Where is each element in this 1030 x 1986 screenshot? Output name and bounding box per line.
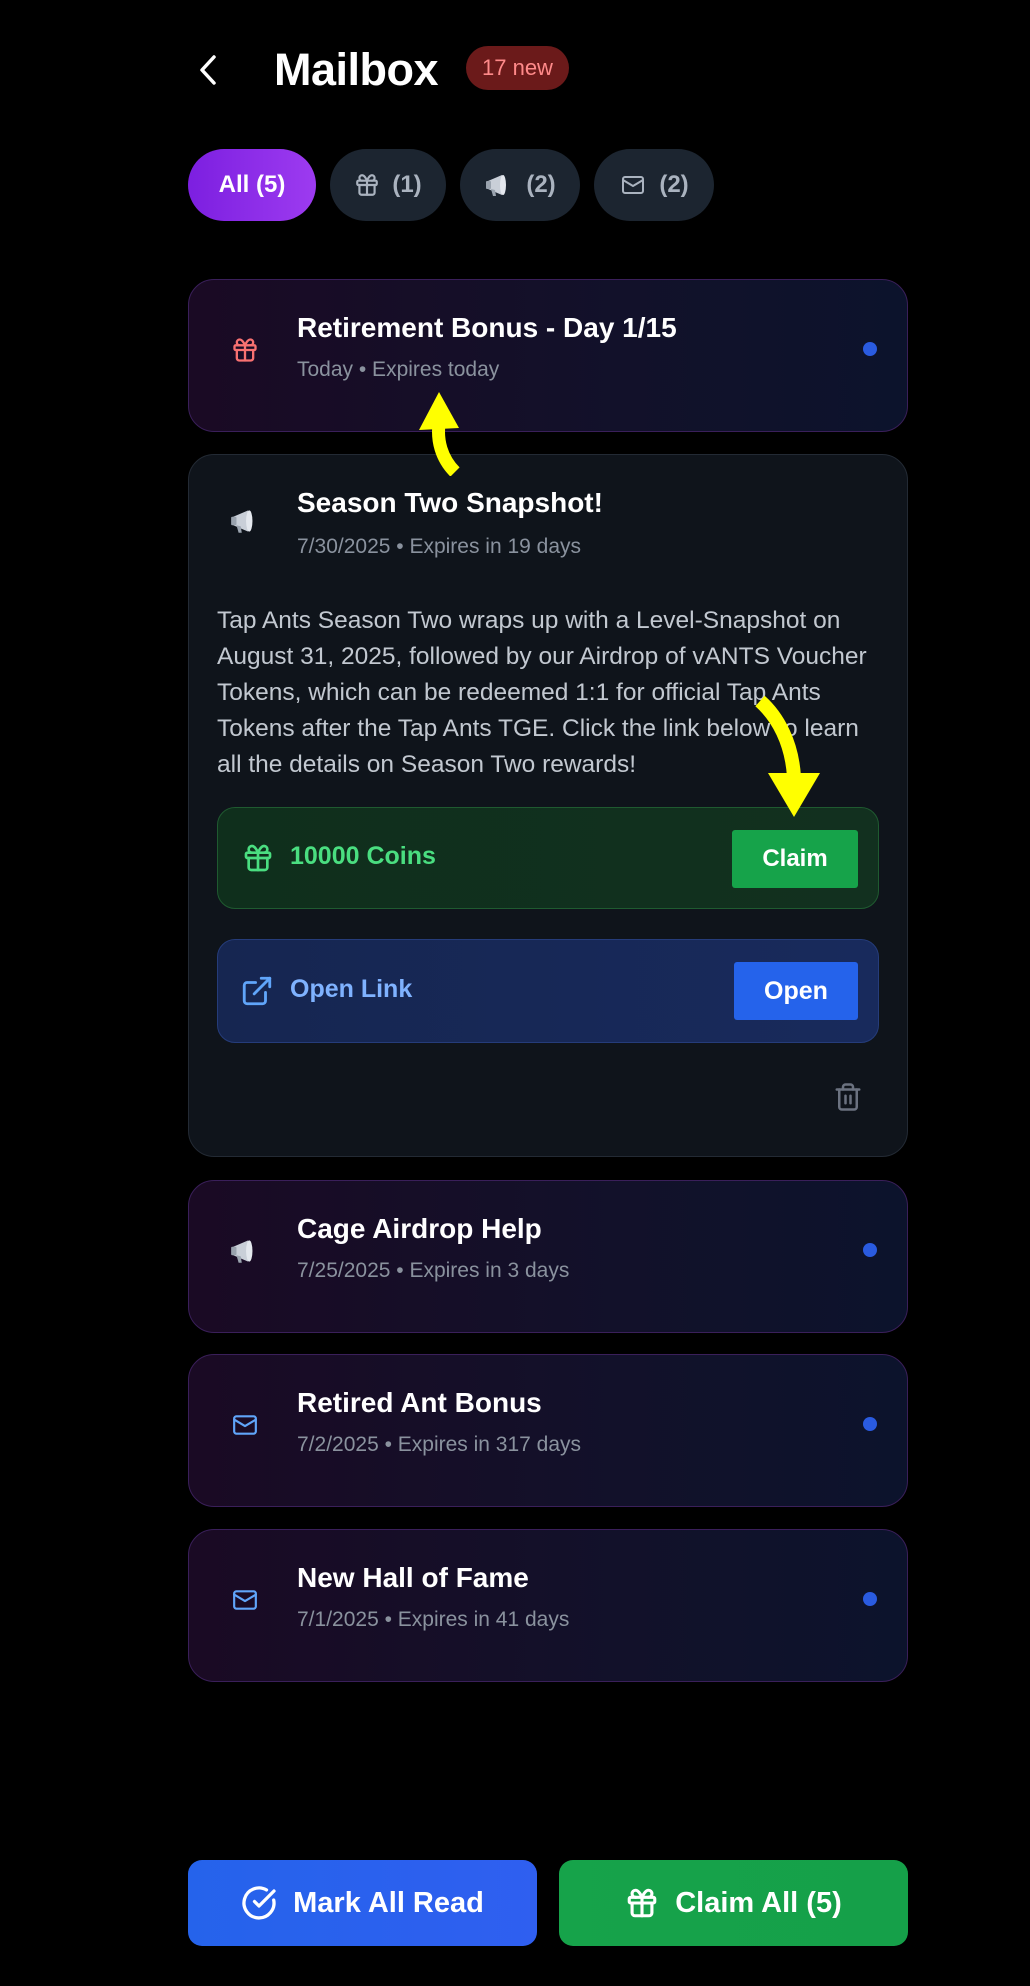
gift-icon bbox=[233, 338, 257, 362]
delete-button[interactable] bbox=[833, 1081, 863, 1115]
message-title: Retirement Bonus - Day 1/15 bbox=[297, 312, 677, 343]
filter-all-label: All (5) bbox=[218, 171, 286, 198]
claim-button[interactable]: Claim bbox=[732, 830, 858, 888]
mark-all-read-label: Mark All Read bbox=[293, 1886, 484, 1919]
claim-all-button[interactable]: Claim All (5) bbox=[559, 1860, 908, 1946]
new-count-badge: 17 new bbox=[466, 46, 569, 90]
message-icon bbox=[229, 505, 261, 537]
filter-mail-label: (2) bbox=[659, 171, 689, 198]
unread-dot bbox=[863, 342, 877, 356]
unread-dot bbox=[863, 1592, 877, 1606]
link-label: Open Link bbox=[290, 975, 413, 1003]
external-link-icon bbox=[242, 976, 272, 1006]
filter-announcements-label: (2) bbox=[526, 171, 556, 198]
message-title: Retired Ant Bonus bbox=[297, 1387, 542, 1418]
mail-icon bbox=[233, 1590, 257, 1610]
filter-tabs: All (5) (1) (2) (2) bbox=[188, 149, 714, 221]
back-button[interactable] bbox=[188, 48, 228, 92]
message-card[interactable]: Retirement Bonus - Day 1/15 Today • Expi… bbox=[188, 279, 908, 432]
megaphone-icon bbox=[231, 510, 253, 533]
filter-all[interactable]: All (5) bbox=[188, 149, 316, 221]
message-meta: 7/25/2025 • Expires in 3 days bbox=[297, 1259, 570, 1282]
message-title: New Hall of Fame bbox=[297, 1562, 529, 1593]
megaphone-icon bbox=[486, 175, 507, 196]
unread-dot bbox=[863, 1243, 877, 1257]
message-card[interactable]: Retired Ant Bonus 7/2/2025 • Expires in … bbox=[188, 1354, 908, 1507]
message-meta: 7/30/2025 • Expires in 19 days bbox=[297, 535, 582, 558]
message-body: Tap Ants Season Two wraps up with a Leve… bbox=[217, 607, 867, 778]
mail-icon bbox=[233, 1415, 257, 1435]
reward-box: 10000 Coins Claim bbox=[217, 807, 879, 909]
filter-announcements[interactable]: (2) bbox=[460, 149, 580, 221]
gift-icon bbox=[356, 174, 379, 196]
chevron-left-icon bbox=[200, 55, 216, 85]
reward-label: 10000 Coins bbox=[290, 842, 436, 870]
message-icon bbox=[229, 1584, 261, 1616]
link-box: Open Link Open bbox=[217, 939, 879, 1043]
gift-icon bbox=[627, 1888, 657, 1918]
open-link-button[interactable]: Open bbox=[734, 962, 858, 1020]
mark-all-read-button[interactable]: Mark All Read bbox=[188, 1860, 537, 1946]
header: Mailbox 17 new bbox=[188, 40, 908, 100]
message-card[interactable]: New Hall of Fame 7/1/2025 • Expires in 4… bbox=[188, 1529, 908, 1682]
claim-all-label: Claim All (5) bbox=[675, 1886, 842, 1919]
message-card[interactable]: Cage Airdrop Help 7/25/2025 • Expires in… bbox=[188, 1180, 908, 1333]
message-icon bbox=[229, 334, 261, 366]
unread-dot bbox=[863, 1417, 877, 1431]
trash-icon bbox=[835, 1083, 861, 1111]
message-meta: Today • Expires today bbox=[297, 358, 500, 381]
message-title: Cage Airdrop Help bbox=[297, 1213, 542, 1244]
message-meta: 7/1/2025 • Expires in 41 days bbox=[297, 1608, 570, 1631]
check-circle-icon bbox=[242, 1886, 276, 1920]
message-icon bbox=[229, 1409, 261, 1441]
megaphone-icon bbox=[231, 1240, 253, 1263]
message-card-expanded[interactable]: Season Two Snapshot! 7/30/2025 • Expires… bbox=[188, 454, 908, 1157]
message-meta: 7/2/2025 • Expires in 317 days bbox=[297, 1433, 582, 1456]
filter-mail[interactable]: (2) bbox=[594, 149, 714, 221]
filter-gifts-label: (1) bbox=[392, 171, 422, 198]
page-title: Mailbox bbox=[274, 44, 439, 95]
message-title: Season Two Snapshot! bbox=[297, 487, 603, 518]
filter-gifts[interactable]: (1) bbox=[330, 149, 446, 221]
message-icon bbox=[229, 1235, 261, 1267]
mail-icon bbox=[622, 176, 645, 194]
gift-icon bbox=[244, 844, 272, 872]
